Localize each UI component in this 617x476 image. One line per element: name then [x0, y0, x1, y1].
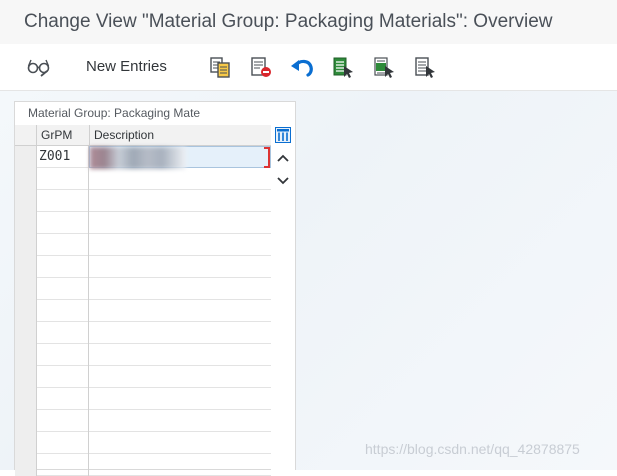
table-header: GrPM Description: [15, 125, 271, 146]
deselect-all-button[interactable]: [410, 52, 440, 82]
undo-icon: [289, 56, 315, 78]
glasses-icon: [26, 56, 52, 78]
deselect-all-icon: [413, 55, 437, 79]
description-cell[interactable]: [89, 168, 271, 190]
table-row[interactable]: [15, 168, 271, 190]
focus-marker: [264, 147, 270, 168]
row-selector[interactable]: [15, 212, 37, 234]
row-selector[interactable]: [15, 278, 37, 300]
description-cell[interactable]: [89, 454, 271, 476]
grpm-cell[interactable]: [37, 256, 89, 278]
copy-icon: [208, 55, 232, 79]
description-cell[interactable]: [89, 300, 271, 322]
table-row[interactable]: [15, 300, 271, 322]
description-cell[interactable]: [89, 234, 271, 256]
watermark: https://blog.csdn.net/qq_42878875: [365, 441, 580, 457]
content-area: Material Group: Packaging Mate GrPM Desc…: [0, 91, 617, 476]
table-row[interactable]: [15, 234, 271, 256]
chevron-up-icon: [276, 150, 290, 168]
column-settings-icon: [275, 127, 291, 147]
redacted-text: [90, 147, 186, 169]
row-selector[interactable]: [15, 344, 37, 366]
description-cell[interactable]: [89, 212, 271, 234]
grpm-cell[interactable]: [37, 168, 89, 190]
table-row[interactable]: [15, 366, 271, 388]
scroll-up-button[interactable]: [274, 150, 292, 168]
description-cell[interactable]: [89, 190, 271, 212]
page-title: Change View "Material Group: Packaging M…: [24, 11, 553, 32]
grpm-cell[interactable]: [37, 410, 89, 432]
row-selector[interactable]: [15, 322, 37, 344]
select-all-button[interactable]: [328, 52, 358, 82]
description-cell[interactable]: [89, 388, 271, 410]
title-bar: Change View "Material Group: Packaging M…: [0, 0, 617, 44]
grpm-cell[interactable]: [37, 454, 89, 476]
description-cell[interactable]: [89, 256, 271, 278]
copy-button[interactable]: [205, 52, 235, 82]
table-row[interactable]: [15, 388, 271, 410]
table-row[interactable]: [15, 344, 271, 366]
description-cell[interactable]: [89, 366, 271, 388]
description-cell[interactable]: [89, 322, 271, 344]
grpm-cell[interactable]: [37, 300, 89, 322]
column-settings-button[interactable]: [275, 127, 291, 143]
table-row[interactable]: [15, 256, 271, 278]
chevron-down-icon: [276, 173, 290, 191]
grpm-cell[interactable]: Z001: [37, 146, 89, 168]
table-row[interactable]: [15, 322, 271, 344]
delete-icon: [249, 55, 273, 79]
description-cell[interactable]: [89, 278, 271, 300]
row-selector[interactable]: [15, 190, 37, 212]
row-selector[interactable]: [15, 366, 37, 388]
row-selector[interactable]: [15, 300, 37, 322]
toolbar: New Entries: [0, 44, 617, 91]
select-block-button[interactable]: [369, 52, 399, 82]
grpm-cell[interactable]: [37, 388, 89, 410]
scroll-down-button[interactable]: [274, 173, 292, 191]
select-all-icon: [331, 55, 355, 79]
select-block-icon: [372, 55, 396, 79]
description-cell[interactable]: [89, 344, 271, 366]
undo-button[interactable]: [287, 52, 317, 82]
row-selector[interactable]: [15, 168, 37, 190]
grpm-cell[interactable]: [37, 366, 89, 388]
table-row[interactable]: [15, 410, 271, 432]
table-row[interactable]: [15, 212, 271, 234]
table-row[interactable]: [15, 278, 271, 300]
table-row[interactable]: [15, 454, 271, 476]
grpm-cell[interactable]: [37, 278, 89, 300]
column-header-grpm[interactable]: GrPM: [37, 128, 93, 142]
row-selector[interactable]: [15, 454, 37, 476]
table-row[interactable]: [15, 432, 271, 454]
column-header-description[interactable]: Description: [89, 125, 154, 145]
new-entries-button[interactable]: New Entries: [86, 58, 167, 75]
table-panel: Material Group: Packaging Mate GrPM Desc…: [14, 101, 296, 476]
row-selector[interactable]: [15, 256, 37, 278]
row-selector[interactable]: [15, 432, 37, 454]
description-input[interactable]: [89, 146, 271, 169]
table-title: Material Group: Packaging Mate: [28, 106, 201, 120]
table-row[interactable]: [15, 190, 271, 212]
grpm-cell[interactable]: [37, 234, 89, 256]
description-cell[interactable]: [89, 410, 271, 432]
table-row[interactable]: Z001: [15, 146, 271, 169]
grpm-cell[interactable]: [37, 432, 89, 454]
grpm-cell[interactable]: [37, 344, 89, 366]
row-selector[interactable]: [15, 388, 37, 410]
row-selector[interactable]: [15, 234, 37, 256]
grpm-cell[interactable]: [37, 190, 89, 212]
delete-button[interactable]: [246, 52, 276, 82]
row-selector[interactable]: [15, 410, 37, 432]
grpm-cell[interactable]: [37, 212, 89, 234]
description-cell[interactable]: [89, 432, 271, 454]
table-side-controls: [271, 125, 295, 471]
grpm-cell[interactable]: [37, 322, 89, 344]
select-all-rows-cell[interactable]: [15, 125, 37, 145]
row-selector[interactable]: [15, 146, 37, 168]
display-change-button[interactable]: [24, 52, 54, 82]
